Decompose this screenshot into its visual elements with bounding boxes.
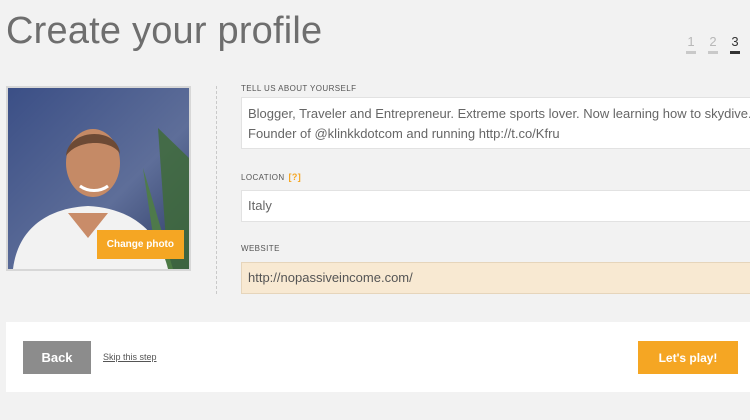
location-help-link[interactable]: [?] (289, 172, 302, 182)
page-title: Create your profile (6, 10, 323, 52)
divider (216, 86, 217, 294)
skip-step-link[interactable]: Skip this step (103, 352, 157, 362)
bio-label: TELL US ABOUT YOURSELF (241, 84, 357, 93)
lets-play-button[interactable]: Let's play! (638, 341, 738, 374)
bio-textarea[interactable]: Blogger, Traveler and Entrepreneur. Extr… (241, 97, 750, 149)
location-label-row: LOCATION [?] (241, 172, 301, 182)
step-indicator: 1 2 3 (686, 34, 740, 54)
step-1[interactable]: 1 (686, 34, 696, 54)
website-input[interactable]: http://nopassiveincome.com/ (241, 262, 750, 294)
step-3[interactable]: 3 (730, 34, 740, 54)
website-label: WEBSITE (241, 244, 280, 253)
location-label: LOCATION (241, 173, 285, 182)
back-button[interactable]: Back (23, 341, 91, 374)
profile-photo-box: Change photo (6, 86, 191, 271)
step-2[interactable]: 2 (708, 34, 718, 54)
location-input[interactable]: Italy (241, 190, 750, 222)
footer-bar: Back Skip this step Let's play! (6, 322, 750, 392)
change-photo-button[interactable]: Change photo (96, 230, 184, 259)
